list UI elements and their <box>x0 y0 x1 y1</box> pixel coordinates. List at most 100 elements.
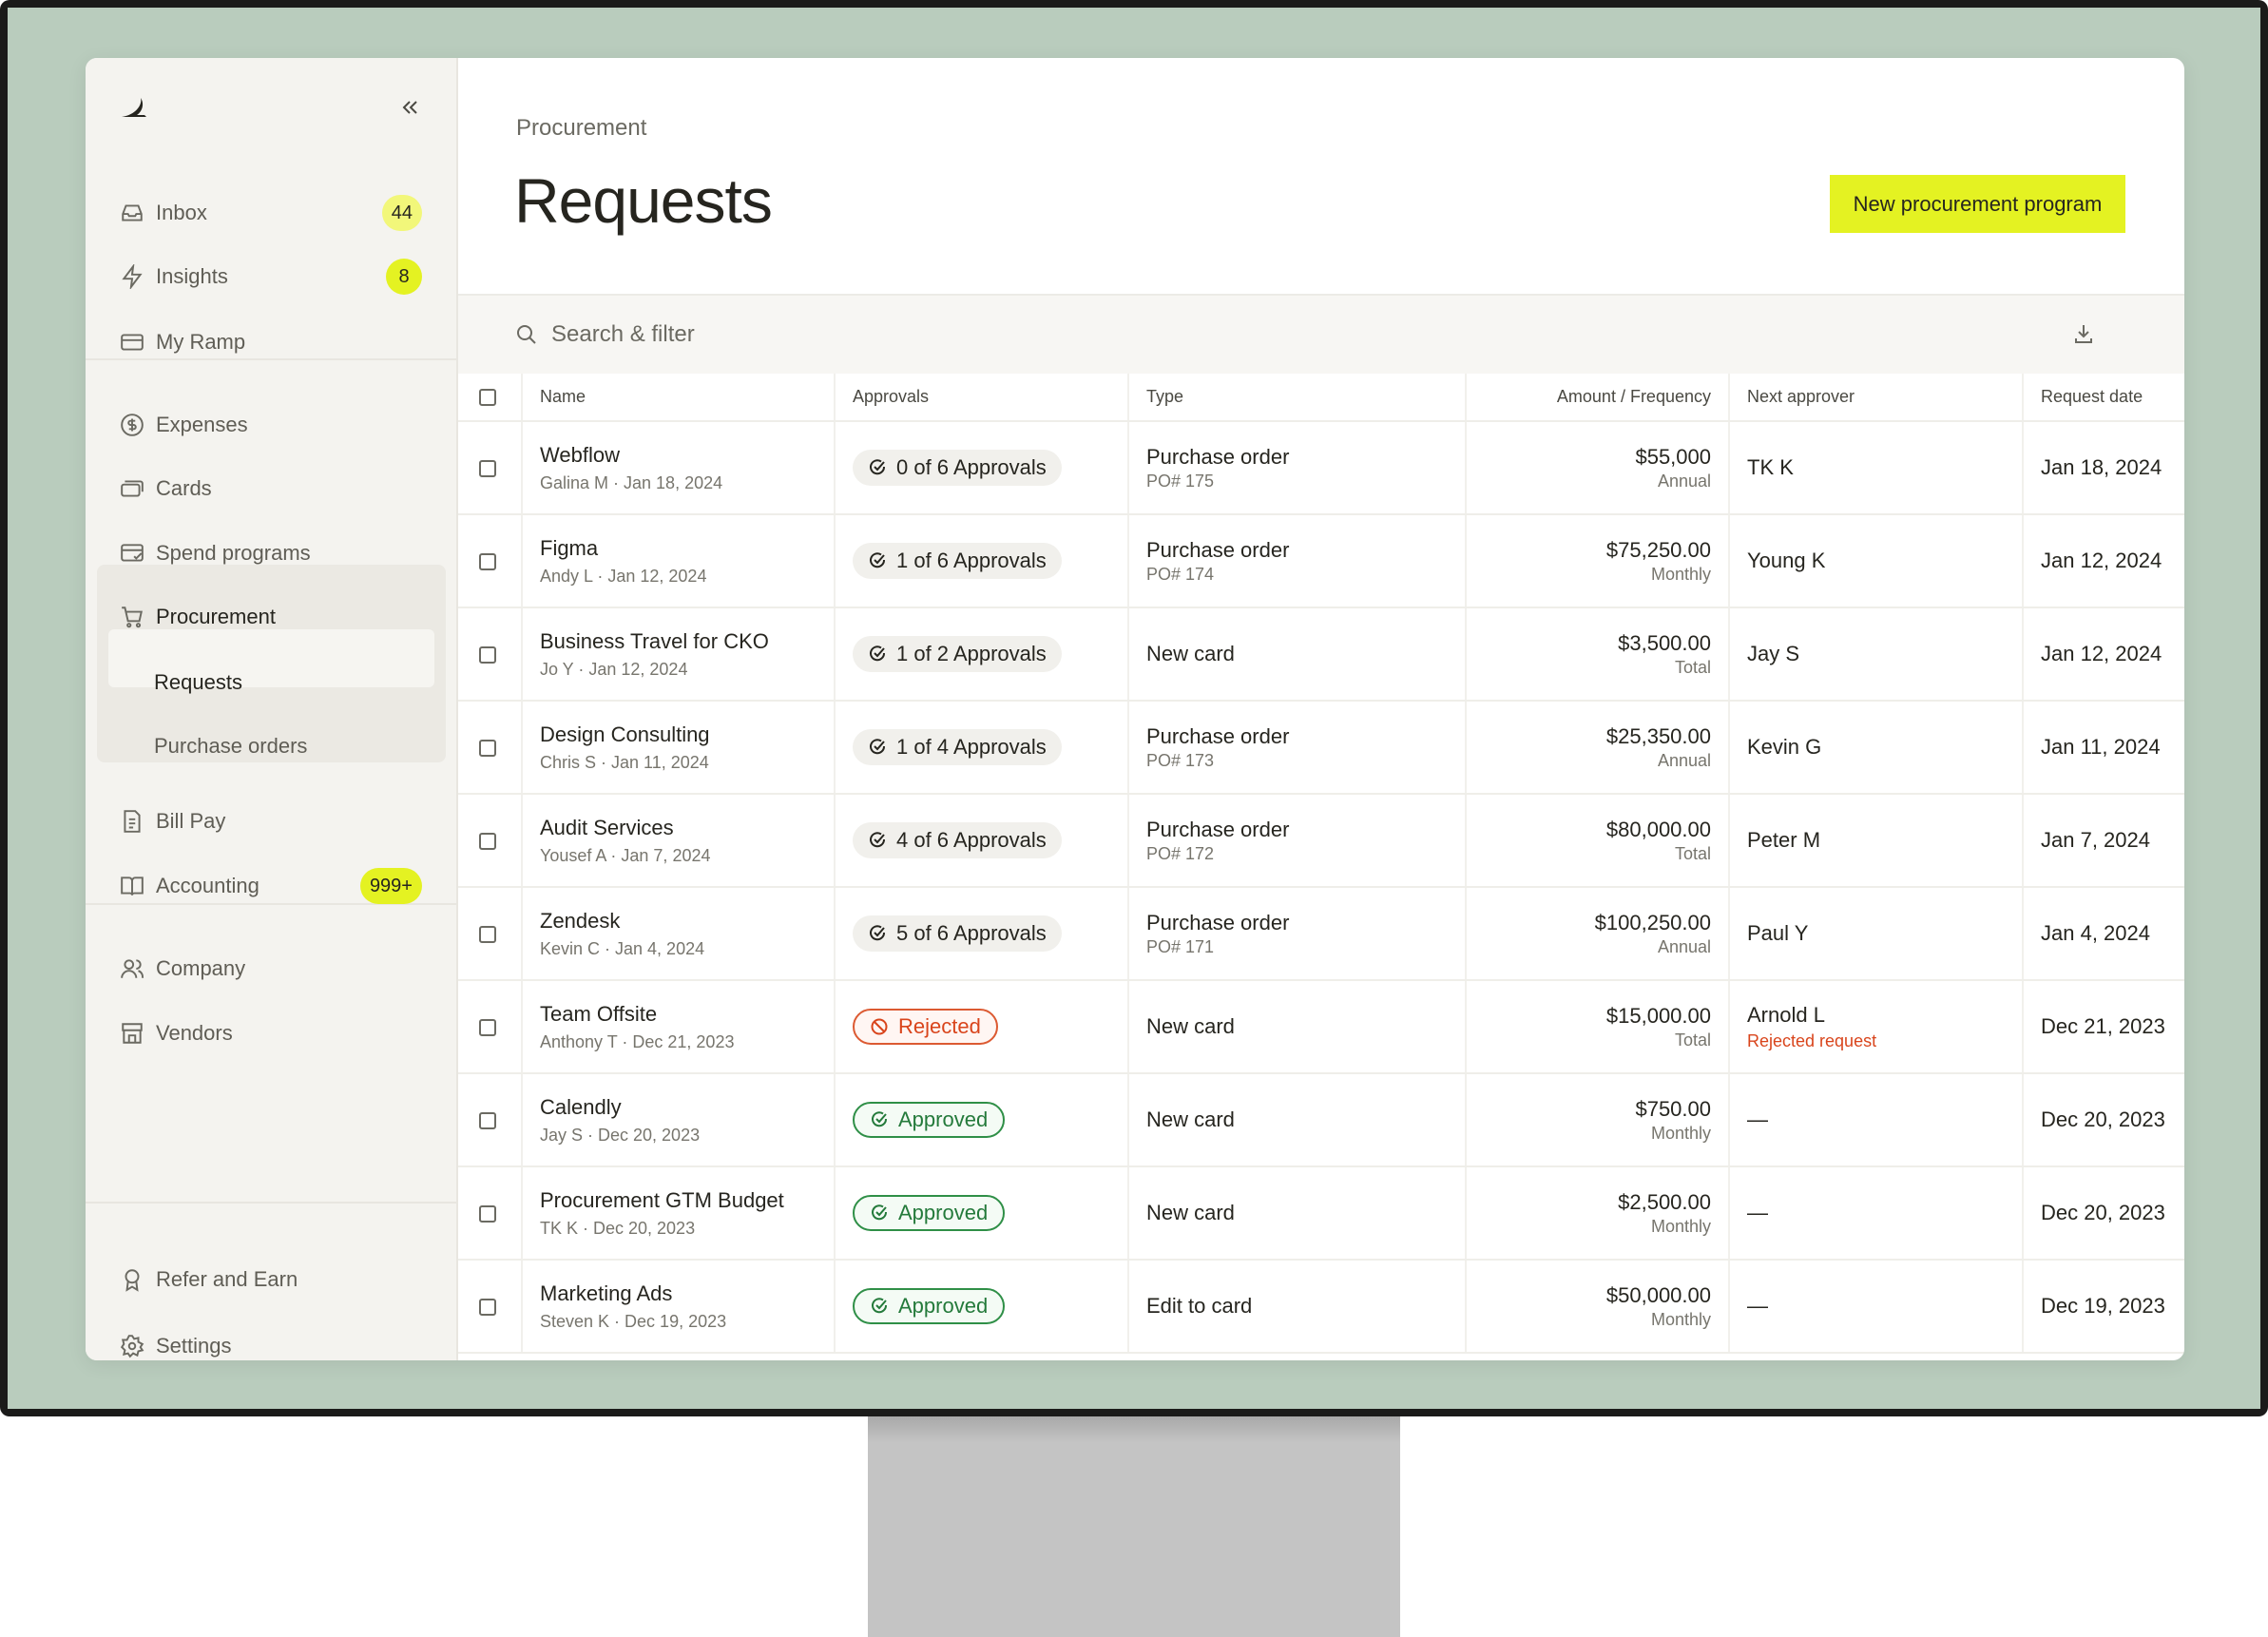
table-row[interactable]: Figma Andy L · Jan 12, 2024 1 of 6 Approv… <box>458 514 2184 608</box>
amount: $25,350.00 <box>1605 723 1711 748</box>
sidebar-item-spend-programs[interactable]: Spend programs <box>120 530 422 577</box>
column-header-amount[interactable]: Amount / Frequency <box>1466 374 1730 422</box>
sidebar-item-company[interactable]: Company <box>120 945 422 992</box>
approval-status-pill[interactable]: Approved <box>853 1195 1006 1231</box>
column-header-approvals[interactable]: Approvals <box>835 374 1129 422</box>
table-row[interactable]: Zendesk Kevin C · Jan 4, 2024 5 of 6 Appr… <box>458 887 2184 981</box>
approval-status-pill[interactable]: 5 of 6 Approvals <box>853 915 1062 952</box>
next-approver-cell: Jay S <box>1729 607 2024 702</box>
approval-status-pill[interactable]: Approved <box>853 1288 1006 1324</box>
sidebar-item-bill-pay[interactable]: Bill Pay <box>120 798 422 845</box>
column-header-type[interactable]: Type <box>1128 374 1467 422</box>
amount-cell: $75,250.00 Monthly <box>1466 514 1730 608</box>
table-row[interactable]: Audit Services Yousef A · Jan 7, 2024 4 o… <box>458 794 2184 888</box>
next-approver-cell: — <box>1729 1073 2024 1167</box>
check-circle-icon <box>870 552 886 568</box>
approval-status-pill[interactable]: 1 of 4 Approvals <box>853 729 1062 765</box>
amount-cell: $80,000.00 Total <box>1466 794 1730 888</box>
request-name[interactable]: Figma <box>540 536 817 561</box>
next-approver: Paul Y <box>1747 921 1809 945</box>
type-cell: Purchase order PO# 171 <box>1128 887 1467 981</box>
request-name[interactable]: Business Travel for CKO <box>540 629 817 654</box>
frequency: Total <box>1674 1030 1711 1050</box>
table-row[interactable]: Procurement GTM Budget TK K · Dec 20, 202… <box>458 1166 2184 1261</box>
approval-status-pill[interactable]: 1 of 2 Approvals <box>853 636 1062 672</box>
sidebar-item-procurement[interactable]: Procurement <box>120 593 422 641</box>
row-checkbox[interactable] <box>479 833 496 851</box>
sidebar-item-accounting[interactable]: Accounting 999+ <box>120 862 422 910</box>
request-date-cell: Jan 7, 2024 <box>2023 794 2184 888</box>
amount-cell: $15,000.00 Total <box>1466 980 1730 1074</box>
type-cell: New card <box>1128 980 1467 1074</box>
table-row[interactable]: Design Consulting Chris S · Jan 11, 2024 … <box>458 701 2184 795</box>
frequency: Monthly <box>1650 564 1711 584</box>
request-date: Dec 19, 2023 <box>2041 1294 2165 1318</box>
amount-cell: $100,250.00 Annual <box>1466 887 1730 981</box>
row-checkbox[interactable] <box>479 1205 496 1223</box>
sidebar-item-settings[interactable]: Settings <box>120 1322 422 1360</box>
request-name[interactable]: Audit Services <box>540 816 817 840</box>
amount-cell: $3,500.00 Total <box>1466 607 1730 702</box>
row-checkbox[interactable] <box>479 1112 496 1130</box>
sidebar-item-refer-and-earn[interactable]: Refer and Earn <box>120 1256 422 1303</box>
approval-status-pill[interactable]: 0 of 6 Approvals <box>853 450 1062 486</box>
column-header-next-approver[interactable]: Next approver <box>1729 374 2024 422</box>
breadcrumb[interactable]: Procurement <box>516 115 646 142</box>
sidebar-item-insights[interactable]: Insights 8 <box>120 253 422 300</box>
row-checkbox[interactable] <box>479 1019 496 1037</box>
sidebar-item-expenses[interactable]: Expenses <box>120 401 422 449</box>
request-date: Jan 12, 2024 <box>2041 642 2162 665</box>
row-checkbox[interactable] <box>479 1299 496 1317</box>
table-row[interactable]: Webflow Galina M · Jan 18, 2024 0 of 6 Ap… <box>458 421 2184 515</box>
cart-icon <box>122 607 143 628</box>
next-approver: Peter M <box>1747 828 1821 852</box>
amount: $55,000 <box>1635 444 1711 469</box>
sidebar-item-inbox[interactable]: Inbox 44 <box>120 189 422 237</box>
row-checkbox[interactable] <box>479 553 496 571</box>
request-date-cell: Jan 12, 2024 <box>2023 514 2184 608</box>
request-name[interactable]: Design Consulting <box>540 722 817 747</box>
next-approver: — <box>1747 1201 1768 1224</box>
approval-status-pill[interactable]: 4 of 6 Approvals <box>853 822 1062 858</box>
request-name[interactable]: Zendesk <box>540 909 817 934</box>
approvals-cell: Approved <box>835 1073 1129 1167</box>
request-name[interactable]: Team Offsite <box>540 1002 817 1027</box>
search-input[interactable] <box>551 321 1122 348</box>
row-checkbox[interactable] <box>479 460 496 478</box>
table-row[interactable]: Team Offsite Anthony T · Dec 21, 2023 Rej… <box>458 980 2184 1074</box>
request-name[interactable]: Webflow <box>540 443 817 468</box>
approval-status-pill[interactable]: Rejected <box>853 1009 998 1045</box>
requester-meta: Chris S · Jan 11, 2024 <box>540 752 709 772</box>
sidebar-item-cards[interactable]: Cards <box>120 465 422 512</box>
page-title: Requests <box>514 165 773 236</box>
row-select-cell <box>458 1166 523 1261</box>
table-row[interactable]: Calendly Jay S · Dec 20, 2023 Approved Ne… <box>458 1073 2184 1167</box>
request-name[interactable]: Procurement GTM Budget <box>540 1188 817 1213</box>
row-checkbox[interactable] <box>479 646 496 664</box>
sidebar-item-my-ramp[interactable]: My Ramp <box>120 318 422 366</box>
sidebar-item-vendors[interactable]: Vendors <box>120 1010 422 1057</box>
column-header-name[interactable]: Name <box>522 374 836 422</box>
new-procurement-program-button[interactable]: New procurement program <box>1830 175 2125 233</box>
po-number: PO# 171 <box>1146 936 1215 956</box>
request-name[interactable]: Marketing Ads <box>540 1281 817 1306</box>
approvals-cell: 4 of 6 Approvals <box>835 794 1129 888</box>
request-date-cell: Dec 19, 2023 <box>2023 1260 2184 1354</box>
select-all-checkbox[interactable] <box>479 389 496 407</box>
download-icon[interactable] <box>2072 322 2095 345</box>
frequency: Total <box>1674 657 1711 677</box>
approval-status-label: 1 of 2 Approvals <box>896 642 1047 665</box>
approval-status-pill[interactable]: 1 of 6 Approvals <box>853 543 1062 579</box>
collapse-sidebar-icon[interactable] <box>401 98 420 117</box>
approval-status-pill[interactable]: Approved <box>853 1102 1006 1138</box>
request-name[interactable]: Calendly <box>540 1095 817 1120</box>
spend-programs-icon <box>121 544 144 562</box>
table-row[interactable]: Marketing Ads Steven K · Dec 19, 2023 App… <box>458 1260 2184 1354</box>
column-header-request-date[interactable]: Request date <box>2023 374 2184 422</box>
table-row[interactable]: Business Travel for CKO Jo Y · Jan 12, 20… <box>458 607 2184 702</box>
row-checkbox[interactable] <box>479 926 496 944</box>
sidebar-item-requests[interactable]: Requests <box>154 659 422 706</box>
request-type: New card <box>1146 1107 1235 1131</box>
row-checkbox[interactable] <box>479 740 496 758</box>
sidebar-item-purchase-orders[interactable]: Purchase orders <box>154 722 422 770</box>
